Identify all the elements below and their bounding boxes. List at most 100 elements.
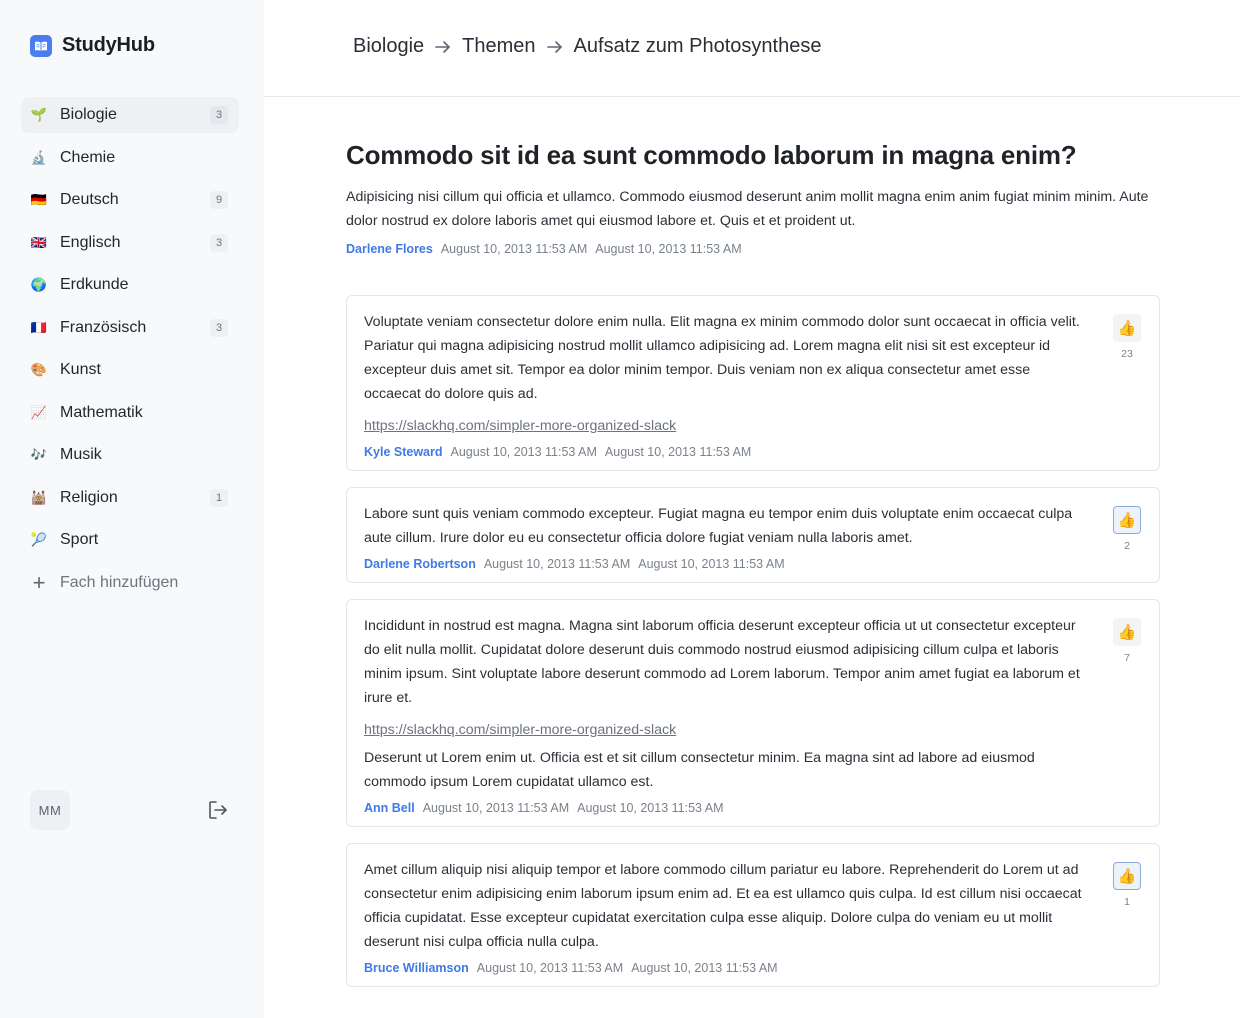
answer-updated: August 10, 2013 11:53 AM [638,557,785,571]
subject-nav: 🌱 Biologie 3 🔬 Chemie 🇩🇪 Deutsch 9 🇬🇧 Englisch 3 🌍 E… [21,97,239,607]
sidebar-item-religion[interactable]: 🕍 Religion 1 [21,480,239,516]
answer-list: Voluptate veniam consectetur dolore enim… [346,295,1160,1003]
answer-card: Labore sunt quis veniam commodo excepteu… [346,487,1160,583]
sidebar-item-englisch[interactable]: 🇬🇧 Englisch 3 [21,225,239,261]
sidebar: StudyHub 🌱 Biologie 3 🔬 Chemie 🇩🇪 Deutsch 9 🇬🇧 En… [0,0,264,1018]
main-content: Biologie Themen Aufsatz zum Photosynthese … [264,0,1240,1018]
sidebar-item-französisch[interactable]: 🇫🇷 Französisch 3 [21,310,239,346]
arrow-right-icon [546,40,564,54]
sidebar-item-label: Kunst [60,361,101,378]
question-body: Adipisicing nisi cillum qui officia et u… [346,189,1149,229]
answer-card: Amet cillum aliquip nisi aliquip tempor … [346,843,1160,987]
like-control: 👍 7 [1112,618,1142,664]
answer-text-extra: Deserunt ut Lorem enim ut. Officia est e… [364,750,1035,790]
sidebar-item-label: Religion [60,488,118,506]
breadcrumb: Biologie Themen Aufsatz zum Photosynthese [264,0,1240,97]
thumbs-up-icon: 👍 [1117,624,1137,641]
answer-link[interactable]: https://slackhq.com/simpler-more-organiz… [364,718,676,742]
answer-text: Labore sunt quis veniam commodo excepteu… [364,506,1073,546]
count-badge: 3 [210,233,228,252]
thumbs-up-icon: 👍 [1117,320,1137,337]
sidebar-item-musik[interactable]: 🎶 Musik [21,437,239,473]
like-button[interactable]: 👍 [1113,862,1141,890]
user-avatar[interactable]: MM [30,790,70,830]
sidebar-item-kunst[interactable]: 🎨 Kunst [21,352,239,388]
like-button[interactable]: 👍 [1113,506,1141,534]
like-count: 7 [1124,652,1130,664]
sidebar-item-label: Erdkunde [60,276,129,293]
question-meta: Darlene Flores August 10, 2013 11:53 AM … [346,242,1164,256]
plus-icon: + [32,569,46,595]
like-control: 👍 23 [1112,314,1142,360]
answer-text: Voluptate veniam consectetur dolore enim… [364,314,1080,402]
answer-created: August 10, 2013 11:53 AM [450,445,597,459]
question-title: Commodo sit id ea sunt commodo laborum i… [346,140,1077,170]
breadcrumb-item[interactable]: Themen [462,35,535,58]
answer-text: Amet cillum aliquip nisi aliquip tempor … [364,862,1082,950]
add-subject-button[interactable]: + Fach hinzufügen [21,565,239,601]
answer-author[interactable]: Darlene Robertson [364,557,476,571]
count-badge: 3 [210,106,228,124]
french-flag-icon: 🇫🇷 [30,319,48,335]
sidebar-item-erdkunde[interactable]: 🌍 Erdkunde [21,267,239,303]
logout-icon[interactable] [207,799,229,821]
breadcrumb-item: Aufsatz zum Photosynthese [573,35,822,57]
sidebar-item-label: Chemie [60,148,116,166]
like-button[interactable]: 👍 [1113,618,1141,646]
palette-icon: 🎨 [30,362,48,377]
answer-created: August 10, 2013 11:53 AM [422,801,570,815]
question-created: August 10, 2013 11:53 AM [440,242,588,256]
answer-meta: Bruce Williamson August 10, 2013 11:53 A… [364,961,1089,975]
sidebar-item-label: Biologie [60,106,117,123]
question: Commodo sit id ea sunt commodo laborum i… [346,140,1164,256]
brand[interactable]: StudyHub [30,34,155,57]
sidebar-item-mathematik[interactable]: 📈 Mathematik [21,395,239,431]
book-logo-icon [30,34,52,57]
answer-author[interactable]: Ann Bell [364,801,415,815]
answer-updated: August 10, 2013 11:53 AM [631,961,778,975]
sidebar-item-sport[interactable]: 🎾 Sport [21,522,239,558]
answer-author[interactable]: Kyle Steward [364,445,443,459]
answer-author[interactable]: Bruce Williamson [364,961,469,975]
answer-meta: Ann Bell August 10, 2013 11:53 AM August… [364,801,1089,815]
german-flag-icon: 🇩🇪 [30,192,48,207]
answer-updated: August 10, 2013 11:53 AM [604,445,752,459]
sidebar-item-deutsch[interactable]: 🇩🇪 Deutsch 9 [21,182,239,218]
sidebar-item-label: Sport [60,531,99,548]
globe-icon: 🌍 [30,277,48,292]
sidebar-item-label: Deutsch [60,191,119,208]
count-badge: 3 [210,318,228,337]
answer-updated: August 10, 2013 11:53 AM [577,801,724,815]
like-control: 👍 2 [1112,506,1142,552]
answer-card: Voluptate veniam consectetur dolore enim… [346,295,1160,471]
thumbs-up-icon: 👍 [1117,512,1137,529]
app-name: StudyHub [62,34,155,56]
answer-meta: Kyle Steward August 10, 2013 11:53 AM Au… [364,445,1089,459]
temple-icon: 🕍 [30,489,48,505]
answer-link[interactable]: https://slackhq.com/simpler-more-organiz… [364,414,676,438]
question-author[interactable]: Darlene Flores [346,242,433,256]
add-subject-label: Fach hinzufügen [60,573,179,591]
music-notes-icon: 🎶 [30,447,48,462]
thumbs-up-icon: 👍 [1117,868,1137,885]
app-root: StudyHub 🌱 Biologie 3 🔬 Chemie 🇩🇪 Deutsch 9 🇬🇧 En… [0,0,1240,1018]
sidebar-item-label: Musik [60,446,102,463]
sidebar-item-label: Englisch [60,233,121,251]
sidebar-item-chemie[interactable]: 🔬 Chemie [21,140,239,176]
answer-created: August 10, 2013 11:53 AM [476,961,624,975]
microscope-icon: 🔬 [30,149,48,165]
chart-icon: 📈 [30,404,48,420]
tennis-ball-icon: 🎾 [30,532,48,547]
uk-flag-icon: 🇬🇧 [30,234,48,250]
sidebar-item-label: Französisch [60,318,147,336]
like-count: 23 [1121,348,1133,360]
count-badge: 1 [210,488,228,507]
like-control: 👍 1 [1112,862,1142,908]
answer-meta: Darlene Robertson August 10, 2013 11:53 … [364,557,1089,571]
like-count: 1 [1124,896,1130,908]
breadcrumb-item[interactable]: Biologie [353,35,424,58]
answer-text: Incididunt in nostrud est magna. Magna s… [364,618,1080,706]
sidebar-item-biologie[interactable]: 🌱 Biologie 3 [21,97,239,133]
like-button[interactable]: 👍 [1113,314,1141,342]
sidebar-item-label: Mathematik [60,403,143,421]
